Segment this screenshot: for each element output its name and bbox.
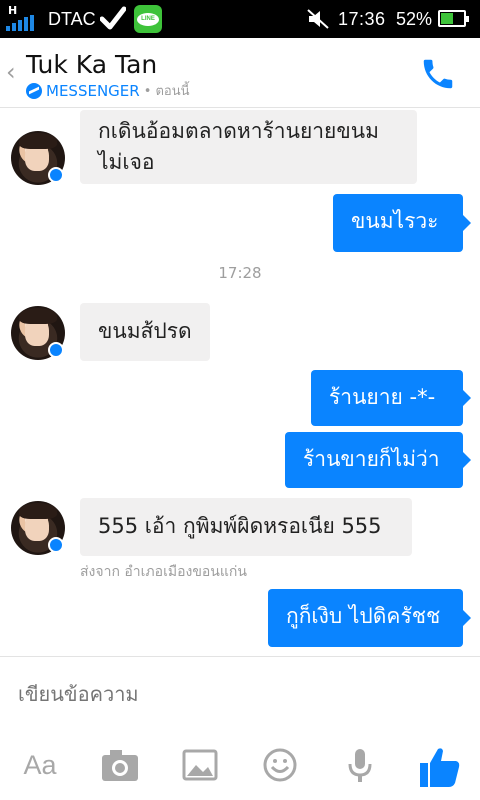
line-app-label: LINE [137,13,159,26]
message-outgoing[interactable]: ขนมไรวะ [333,194,471,252]
message-outgoing[interactable]: ร้านขายก็ไม่ว่า [285,432,471,488]
active-status: • ตอนนี้ [143,84,190,99]
carrier-name: DTAC [48,9,96,29]
network-signal-icon: H [6,4,40,32]
message-input[interactable] [18,679,458,709]
battery-icon [438,10,469,27]
message-outgoing[interactable]: ร้านยาย -*- [311,370,471,426]
composer-toolbar: Aa [0,743,480,793]
composer: Aa [0,656,480,800]
line-app-icon: LINE [134,5,162,33]
messenger-badge-icon [48,537,64,553]
messenger-badge-icon [48,167,64,183]
message-incoming[interactable]: 555 เอ้า กูพิมพ์ผิดหรอเนีย 555 [80,498,412,556]
contact-status: MESSENGER • ตอนนี้ [26,80,190,101]
messenger-icon [26,82,42,99]
check-icon [100,6,126,30]
message-incoming[interactable]: ขนมส้ปรด [80,303,210,361]
microphone-icon[interactable] [338,743,382,787]
emoji-icon[interactable] [258,743,302,787]
clock: 17:36 [338,9,386,29]
message-incoming[interactable]: กเดินอ้อมตลาดหาร้านยายขนม ไม่เจอ [80,110,417,184]
timestamp-separator: 17:28 [218,264,262,282]
image-icon[interactable] [178,743,222,787]
camera-icon[interactable] [98,743,142,787]
phone-call-icon[interactable] [418,55,458,93]
status-bar: H DTAC LINE 17:36 52% [0,0,480,38]
text-format-icon[interactable]: Aa [18,743,62,787]
messenger-badge-icon [48,342,64,358]
mute-icon [307,9,329,29]
message-location: ส่งจาก อำเภอเมืองขอนแก่น [80,564,247,580]
contact-name[interactable]: Tuk Ka Tan [26,50,157,79]
message-outgoing[interactable]: กูก็เงิบ ไปดิครัชช [268,589,471,647]
conversation-header: ‹ Tuk Ka Tan MESSENGER • ตอนนี้ [0,38,480,108]
battery-percent: 52% [396,9,433,29]
like-icon[interactable] [416,743,464,791]
back-icon[interactable]: ‹ [6,58,16,86]
service-label: MESSENGER [46,81,140,100]
